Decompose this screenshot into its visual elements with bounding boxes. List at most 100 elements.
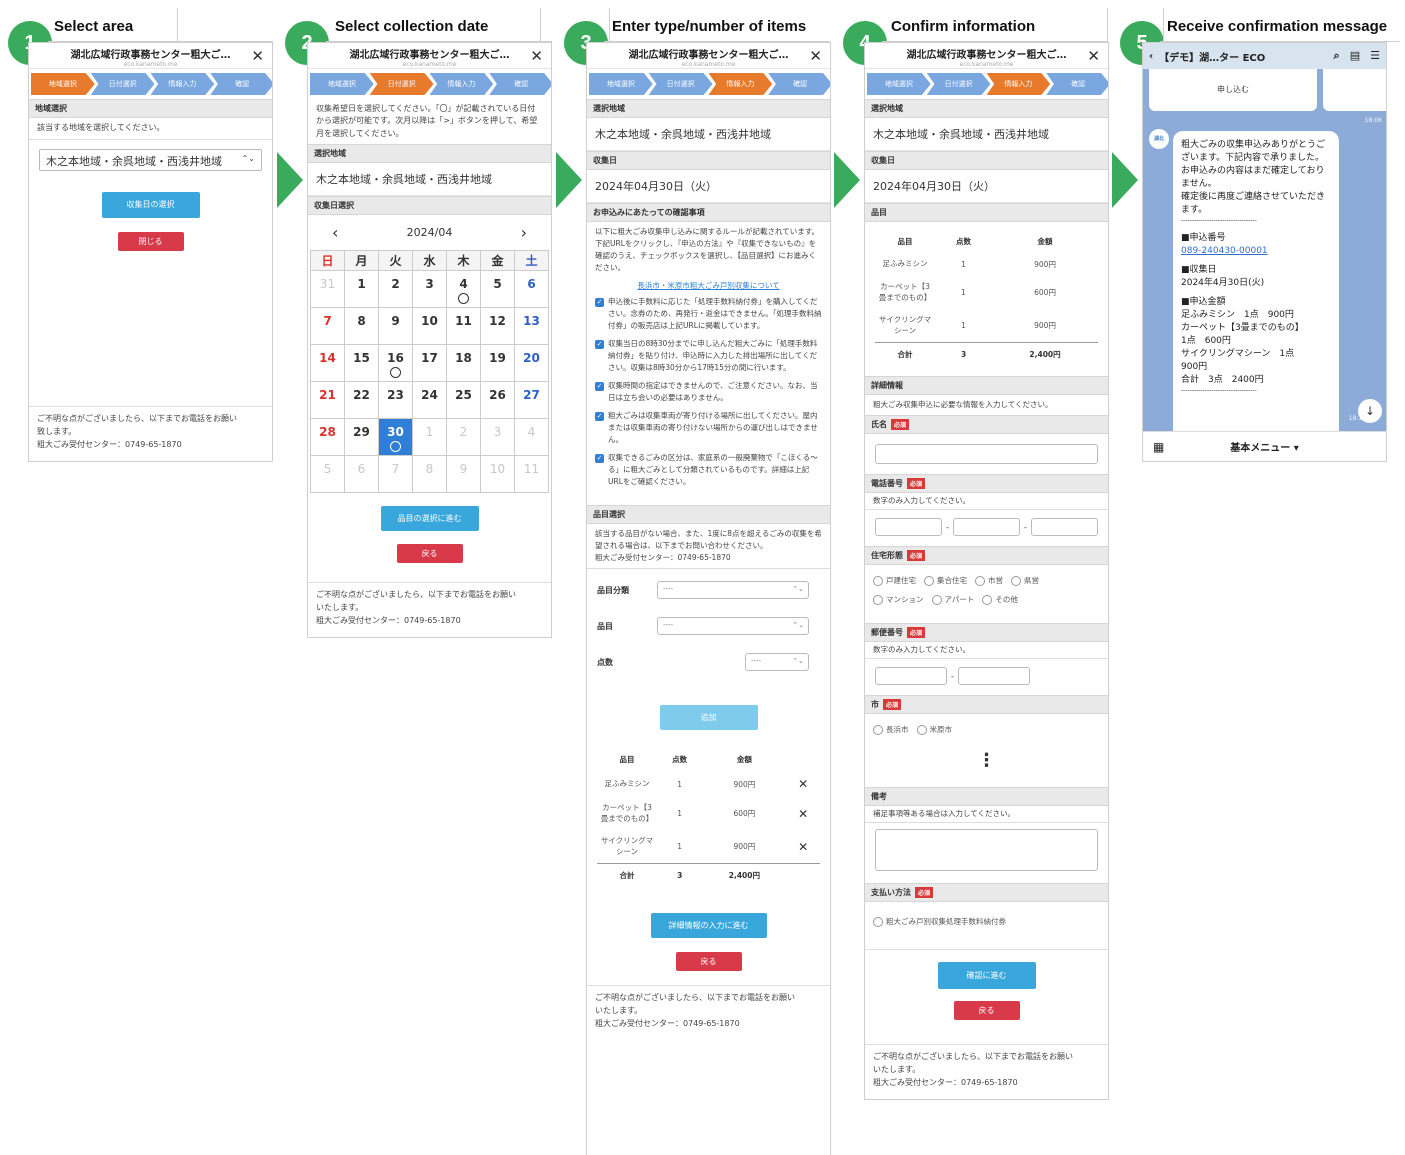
area-select[interactable]: 木之本地域・余呉地域・西浅井地域 ⌃⌄: [39, 148, 262, 171]
select-items-button[interactable]: 品目の選択に進む: [380, 506, 479, 532]
zip-header: 郵便番号 必須: [865, 623, 1108, 642]
calendar-day: 7: [379, 456, 413, 494]
selected-area: 木之本地域・余呉地域・西浅井地域: [865, 118, 1108, 151]
radio-option[interactable]: 市営: [975, 575, 1003, 586]
back-button[interactable]: 戻る: [396, 544, 463, 564]
weekday-header: 日: [311, 251, 345, 272]
item-form: 品目分類 ---- ⌃⌄ 品目 ---- ⌃⌄ 点数 ---- ⌃⌄: [587, 568, 830, 677]
radio-icon: [873, 724, 883, 735]
rule-checkbox-row[interactable]: ✓ 収集当日の8時30分までに申し込んだ粗大ごみに「処理手数料納付券」を貼り付け、…: [587, 335, 830, 377]
phone-input-3[interactable]: [1030, 518, 1099, 536]
calendar-day: 8: [413, 456, 447, 494]
phone-header: 湖北広域行政事務センター粗大ご… eco.kanameto.me ✕: [587, 43, 830, 69]
calendar-day[interactable]: 16: [379, 345, 413, 383]
remove-icon[interactable]: ✕: [786, 771, 820, 797]
payment-radio[interactable]: 粗大ごみ戸別収集処理手数料納付券: [873, 916, 1006, 927]
checkbox-checked-icon[interactable]: ✓: [595, 382, 604, 391]
radio-option[interactable]: アパート: [931, 594, 974, 605]
radio-option[interactable]: 長浜市: [873, 724, 909, 735]
checkbox-checked-icon[interactable]: ✓: [595, 298, 604, 307]
notes-wrap: [865, 822, 1108, 883]
calendar-day[interactable]: 4: [447, 271, 481, 309]
checkbox-checked-icon[interactable]: ✓: [595, 412, 604, 421]
radio-option[interactable]: 戸建住宅: [873, 575, 916, 586]
close-icon[interactable]: ✕: [809, 47, 822, 65]
section-header: 収集日: [865, 151, 1108, 170]
radio-option[interactable]: マンション: [873, 594, 924, 605]
checkbox-checked-icon[interactable]: ✓: [595, 340, 604, 349]
close-icon[interactable]: ✕: [251, 47, 264, 65]
radio-option[interactable]: 集合住宅: [924, 575, 967, 586]
page-url: eco.kanameto.me: [123, 61, 178, 68]
chevron-right-icon[interactable]: ›: [521, 223, 527, 242]
calendar-day: 1: [413, 419, 447, 457]
phone-dash: -: [946, 522, 949, 532]
keyboard-icon[interactable]: ▦: [1153, 440, 1164, 454]
apply-card[interactable]: 申し込む: [1149, 69, 1317, 111]
chevron-left-icon[interactable]: ‹: [332, 223, 338, 242]
checkbox-checked-icon[interactable]: ✓: [595, 454, 604, 463]
chevron-down-icon: ⌃⌄: [792, 621, 804, 629]
zip-fields: -: [865, 658, 1108, 695]
menu-icon[interactable]: ☰: [1370, 49, 1380, 63]
calendar-day[interactable]: 30: [379, 419, 413, 457]
remove-icon[interactable]: ✕: [786, 797, 820, 830]
name-input[interactable]: [875, 444, 1098, 464]
progress-step-input: 情報入力: [986, 73, 1051, 95]
phone-input-2[interactable]: [952, 518, 1021, 536]
notes-textarea[interactable]: [875, 829, 1098, 871]
phone-dash: -: [1024, 522, 1027, 532]
back-button[interactable]: 戻る: [953, 1001, 1020, 1020]
select-date-button[interactable]: 収集日の選択: [101, 191, 200, 218]
category-select[interactable]: ---- ⌃⌄: [657, 581, 809, 599]
rule-checkbox-row[interactable]: ✓ 粗大ごみは収集車両が寄り付ける場所に出してください。屋内または収集車両の寄り付…: [587, 407, 830, 449]
table-row: カーペット【3畳までのもの】 1 600円 ✕: [597, 797, 820, 830]
rule-checkbox-row[interactable]: ✓ 収集できるごみの区分は、家庭系の一般廃棄物で「こほくる～る」に粗大ごみとして分…: [587, 449, 830, 491]
required-badge: 必須: [915, 887, 934, 898]
item-label: 品目: [597, 621, 613, 631]
zip-input-1[interactable]: [875, 667, 947, 685]
confirm-button[interactable]: 確認に進む: [937, 962, 1036, 989]
footer: ご不明な点がございましたら、以下までお電話をお願い いたします。 粗大ごみ受付セ…: [308, 582, 551, 637]
close-icon[interactable]: ✕: [530, 47, 543, 65]
calendar-day: 25: [447, 382, 481, 420]
weekday-header: 水: [413, 251, 447, 272]
radio-option[interactable]: その他: [982, 594, 1018, 605]
detail-input-button[interactable]: 詳細情報の入力に進む: [650, 913, 767, 938]
phone-header: 湖北広域行政事務センター粗大ご… eco.kanameto.me ✕: [29, 43, 272, 69]
rule-checkbox-row[interactable]: ✓ 収集時間の指定はできませんので、ご注意ください。なお、当日は立ち会いの必要はあ…: [587, 377, 830, 407]
close-button[interactable]: 閉じる: [117, 231, 184, 251]
items-table-wrap: 品目 点数 金額 足ふみミシン 1 900円 ✕ カーペット【3畳までのもの】 1 600円…: [587, 730, 830, 887]
chat-title: 【デモ】湖…ター ECO: [1159, 52, 1266, 64]
footer: ご不明な点がございましたら、以下までお電話をお願い 致します。 粗大ごみ受付セン…: [29, 406, 272, 461]
phone-input-1[interactable]: [875, 518, 943, 536]
rule-text: 収集当日の8時30分までに申し込んだ粗大ごみに「処理手数料納付券」を貼り付け、申…: [608, 339, 818, 372]
search-icon[interactable]: ⌕: [1334, 49, 1340, 63]
detail-note: 粗大ごみ収集申込に必要な情報を入力してください。: [873, 400, 1053, 409]
flow-arrow-icon: [1112, 152, 1138, 208]
back-icon[interactable]: ‹: [1149, 51, 1153, 62]
radio-option[interactable]: 米原市: [916, 724, 952, 735]
apply-button[interactable]: 申し込む: [1217, 85, 1249, 94]
qty-select[interactable]: ---- ⌃⌄: [745, 653, 809, 671]
note-icon[interactable]: ▤: [1350, 49, 1360, 63]
required-badge: 必須: [907, 550, 926, 561]
item-select[interactable]: ---- ⌃⌄: [657, 617, 809, 635]
message-line: 1点 600円: [1181, 336, 1231, 347]
radio-option[interactable]: 県営: [1011, 575, 1039, 586]
item-price: 900円: [1034, 260, 1056, 269]
table-row: カーペット【3畳までのもの】 1 600円: [875, 276, 1098, 309]
rule-checkbox-row[interactable]: ✓ 申込後に手数料に応じた「処理手数料納付券」を購入してください。念券のため、再発…: [587, 293, 830, 335]
rules-link[interactable]: 長浜市・米原市粗大ごみ戸別収集について: [587, 278, 830, 293]
close-icon[interactable]: ✕: [1087, 47, 1100, 65]
calendar-day: 6: [515, 271, 549, 309]
scroll-down-icon[interactable]: ↓: [1358, 399, 1382, 423]
col-qty: 点数: [956, 237, 972, 246]
col-item: 品目: [619, 755, 635, 764]
zip-input-2[interactable]: [957, 667, 1030, 685]
application-number-link[interactable]: 089-240430-00001: [1181, 245, 1331, 258]
basic-menu[interactable]: 基本メニュー ▾: [1230, 439, 1299, 454]
back-button[interactable]: 戻る: [675, 952, 742, 971]
add-button[interactable]: 追加: [659, 705, 758, 730]
remove-icon[interactable]: ✕: [786, 830, 820, 864]
